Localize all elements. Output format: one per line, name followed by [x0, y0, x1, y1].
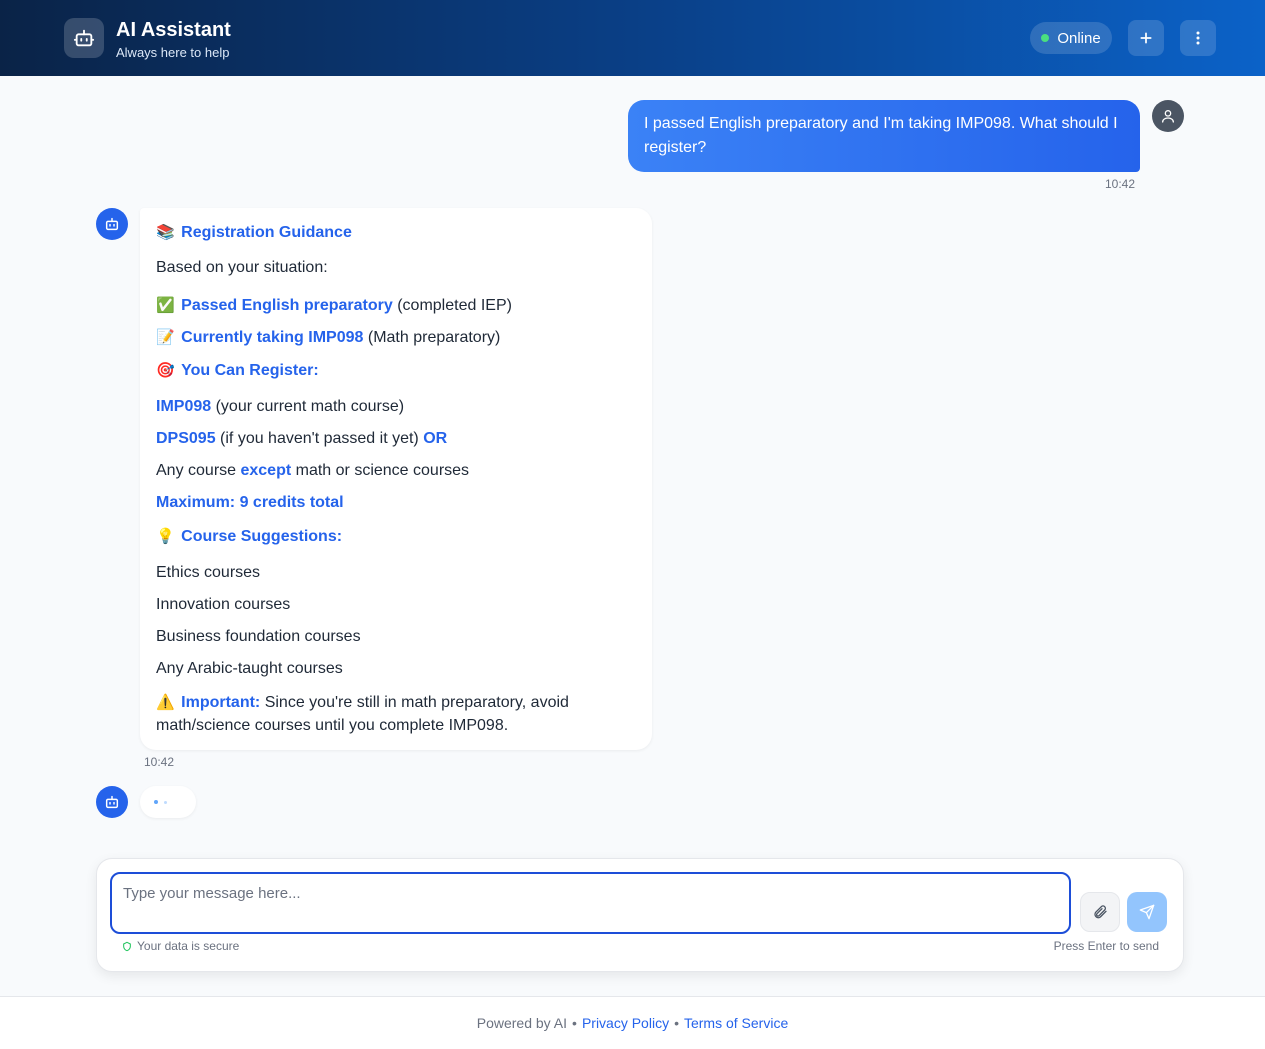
page-footer: Powered by AI • Privacy Policy • Terms o…	[0, 996, 1265, 1049]
important-note-cont: math/science courses until you complete …	[156, 717, 509, 734]
online-dot-icon	[1041, 34, 1050, 42]
powered-by: Powered by AI	[476, 1015, 568, 1031]
paperclip-icon	[1094, 905, 1107, 919]
register-heading: 🎯 You Can Register:	[156, 361, 319, 379]
status-line-english: ✅ Passed English preparatory (completed …	[156, 296, 512, 314]
bot-icon	[105, 217, 119, 231]
user-icon	[1162, 110, 1174, 123]
status-badge: Online	[1030, 22, 1112, 54]
privacy-link[interactable]: Privacy Policy	[582, 1015, 669, 1031]
typing-dot	[154, 800, 158, 804]
bot-avatar	[96, 208, 128, 240]
memo-icon: 📝	[156, 328, 175, 346]
more-options-button[interactable]	[1180, 20, 1216, 56]
check-icon: ✅	[156, 296, 175, 314]
send-button[interactable]	[1127, 892, 1167, 932]
shield-icon	[123, 941, 131, 951]
register-option: Any course except math or science course…	[156, 462, 470, 479]
register-option: IMP098 (your current math course)	[156, 398, 405, 415]
max-credits: Maximum: 9 credits total	[156, 494, 344, 511]
suggestion-item: Ethics courses	[156, 564, 261, 581]
send-icon	[1139, 904, 1155, 920]
terms-link[interactable]: Terms of Service	[684, 1015, 788, 1031]
important-note: ⚠️ Important: Since you're still in math…	[156, 693, 569, 711]
books-icon: 📚	[156, 223, 175, 241]
suggestions-heading: 💡 Course Suggestions:	[156, 527, 343, 545]
message-input[interactable]	[110, 872, 1071, 934]
app-header: AI Assistant Always here to help Online	[0, 0, 1265, 76]
user-message-bubble: I passed English preparatory and I'm tak…	[628, 100, 1140, 172]
guidance-heading: 📚 Registration Guidance	[156, 223, 352, 241]
footer-separator: •	[674, 1015, 679, 1031]
bot-message-bubble: 📚 Registration Guidance Based on your si…	[140, 208, 652, 750]
bot-avatar	[96, 786, 128, 818]
user-message-time: 10:42	[1105, 177, 1136, 191]
suggestion-item: Innovation courses	[156, 596, 291, 613]
more-vertical-icon	[1196, 31, 1200, 45]
bot-message-time: 10:42	[144, 755, 175, 769]
lightbulb-icon: 💡	[156, 527, 175, 545]
secure-note: Your data is secure	[122, 939, 239, 953]
register-option: DPS095 (if you haven't passed it yet) OR	[156, 430, 448, 447]
send-hint: Press Enter to send	[1053, 939, 1159, 953]
app-subtitle: Always here to help	[116, 45, 230, 60]
attach-button[interactable]	[1080, 892, 1120, 932]
user-message-text: I passed English preparatory and I'm tak…	[644, 115, 1118, 156]
footer-separator: •	[572, 1015, 577, 1031]
guidance-intro: Based on your situation:	[156, 259, 328, 276]
new-chat-button[interactable]	[1128, 20, 1164, 56]
warning-icon: ⚠️	[156, 693, 175, 711]
typing-indicator	[140, 786, 196, 818]
message-composer: Your data is secure Press Enter to send	[96, 858, 1184, 972]
status-line-math: 📝 Currently taking IMP098 (Math preparat…	[156, 328, 501, 346]
typing-dot	[164, 800, 167, 804]
target-icon: 🎯	[156, 361, 175, 379]
suggestion-item: Any Arabic-taught courses	[156, 660, 343, 677]
suggestion-item: Business foundation courses	[156, 628, 361, 645]
plus-icon	[1140, 32, 1152, 44]
bot-icon	[105, 795, 119, 809]
user-avatar	[1152, 100, 1184, 132]
bot-logo-icon	[64, 18, 104, 58]
status-label: Online	[1057, 29, 1101, 47]
app-title: AI Assistant	[116, 19, 231, 41]
